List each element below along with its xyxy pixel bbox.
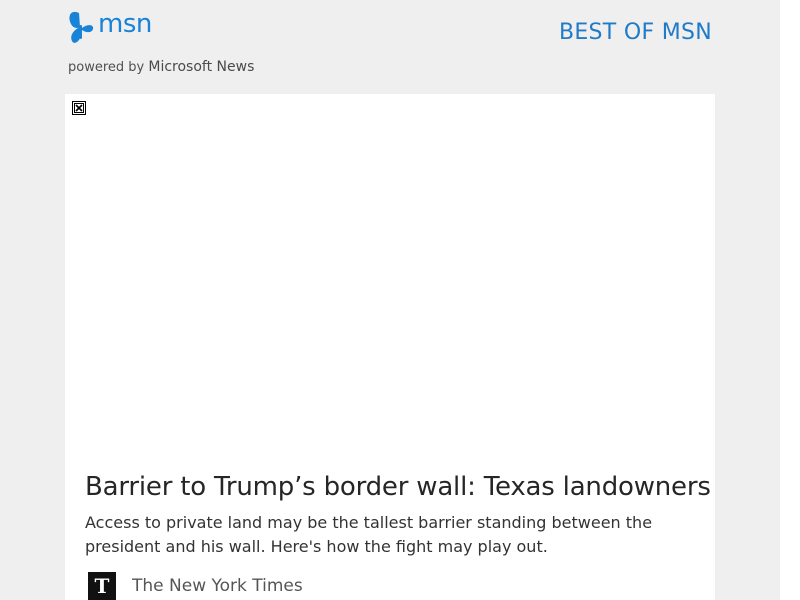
nyt-logo-icon: T bbox=[88, 571, 116, 600]
source-name: The New York Times bbox=[132, 575, 303, 596]
article-source[interactable]: T The New York Times bbox=[88, 571, 303, 600]
powered-by-prefix: powered by bbox=[68, 60, 145, 75]
butterfly-icon bbox=[69, 11, 94, 43]
right-edge-strip bbox=[780, 0, 800, 600]
article-headline[interactable]: Barrier to Trump’s border wall: Texas la… bbox=[85, 470, 711, 504]
page: msn powered by Microsoft News BEST OF MS… bbox=[0, 0, 800, 600]
article-card[interactable]: Barrier to Trump’s border wall: Texas la… bbox=[65, 94, 715, 600]
source-logo-glyph: T bbox=[94, 573, 110, 598]
article-summary: Access to private land may be the talles… bbox=[85, 513, 653, 556]
logo-wordmark: msn bbox=[98, 9, 152, 39]
best-of-msn-link[interactable]: BEST OF MSN bbox=[559, 20, 712, 45]
broken-image-icon bbox=[72, 101, 86, 115]
powered-by-brand: Microsoft News bbox=[148, 59, 255, 75]
powered-by-label: powered by Microsoft News bbox=[68, 58, 254, 77]
msn-logo[interactable]: msn bbox=[67, 9, 152, 45]
